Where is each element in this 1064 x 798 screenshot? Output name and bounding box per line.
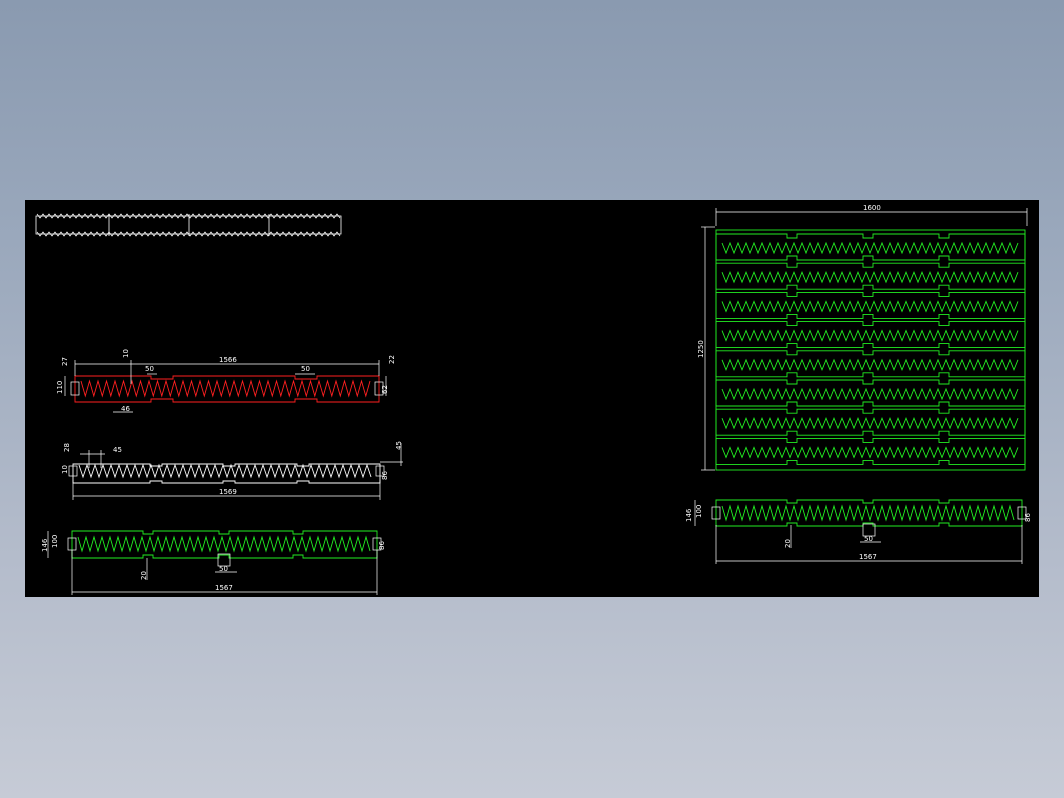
dim-1567-v3: 1567	[215, 584, 233, 592]
asm-row-outline	[715, 408, 1026, 436]
dim-62: 62	[381, 385, 389, 394]
dim-146-v3: 146	[41, 538, 49, 552]
dim-50-left: 50	[145, 365, 154, 373]
asm-frame	[715, 229, 1026, 471]
dim-1567-v4: 1567	[859, 553, 877, 561]
cad-drawing-area: 27 10 1566 22 50 50 110 62 46 28 45 45 1…	[25, 200, 1039, 597]
dim-146-v4: 146	[685, 508, 693, 522]
asm-row-outline	[715, 321, 1026, 349]
asm-row-teeth	[721, 270, 1019, 284]
dim-50-v4: 50	[864, 535, 873, 543]
dim-86-v3: 86	[378, 541, 386, 550]
rack-view-2	[68, 463, 385, 484]
v1-teeth	[80, 379, 371, 398]
asm-row-outline	[715, 233, 1026, 261]
dim-86-v4: 86	[1024, 513, 1032, 522]
rack-view-1	[70, 375, 384, 403]
top-rack-strip	[35, 213, 342, 237]
dim-86-v2: 86	[381, 471, 389, 480]
dim-100-v3: 100	[51, 535, 59, 548]
dim-27: 27	[61, 357, 69, 366]
dim-46: 46	[121, 405, 130, 413]
v2-teeth	[78, 463, 372, 479]
rack-view-4	[711, 499, 1027, 537]
v4-teeth	[721, 504, 1015, 522]
dim-10: 10	[122, 349, 130, 358]
asm-row-teeth	[721, 387, 1019, 401]
asm-row-teeth	[721, 446, 1019, 459]
dim-1600: 1600	[863, 204, 881, 212]
rack-assembly	[715, 229, 1026, 471]
rack-view-3	[67, 530, 382, 567]
asm-row-outline	[715, 291, 1026, 319]
dim-45-left: 45	[113, 446, 122, 454]
asm-row-teeth	[721, 416, 1019, 430]
dim-1569: 1569	[219, 488, 237, 496]
dim-50-v3: 50	[219, 565, 228, 573]
dim-100-v4: 100	[695, 505, 703, 518]
dim-1250: 1250	[697, 340, 705, 358]
asm-row-outline	[715, 262, 1026, 290]
dim-50-right: 50	[301, 365, 310, 373]
asm-row-teeth	[721, 329, 1019, 342]
asm-row-outline	[715, 437, 1026, 465]
asm-row-outline	[715, 350, 1026, 378]
asm-row-outline	[715, 379, 1026, 407]
asm-row-teeth	[721, 358, 1019, 372]
dim-22: 22	[388, 355, 396, 364]
dim-20-v3: 20	[140, 571, 148, 580]
v3-teeth	[77, 535, 371, 553]
asm-row-teeth	[721, 300, 1019, 313]
dim-45-right: 45	[395, 441, 403, 450]
cad-canvas: 27 10 1566 22 50 50 110 62 46 28 45 45 1…	[35, 204, 1032, 595]
dim-10-v2: 10	[61, 465, 69, 474]
dim-110: 110	[56, 381, 64, 394]
asm-row-teeth	[721, 241, 1019, 255]
dim-1566: 1566	[219, 356, 237, 364]
dim-28: 28	[63, 443, 71, 452]
dim-20-v4: 20	[784, 539, 792, 548]
view3-dimensions	[47, 531, 378, 595]
strip-body	[35, 215, 342, 235]
